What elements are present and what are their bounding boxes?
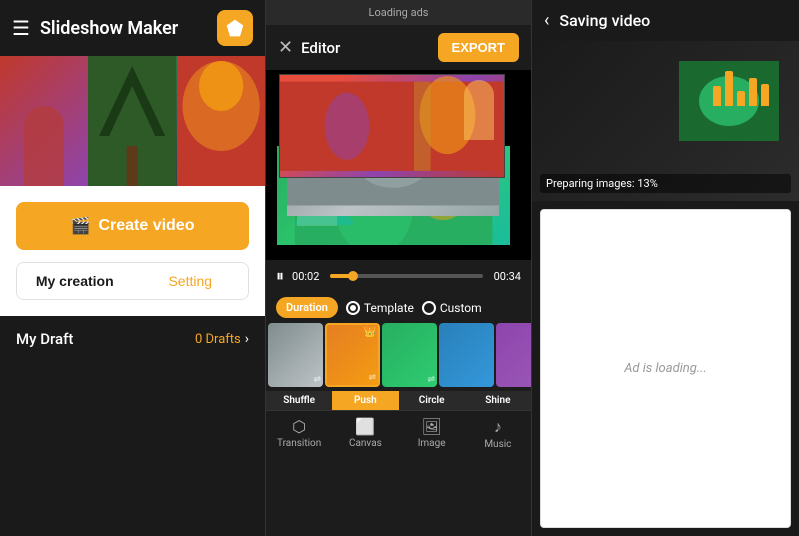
custom-option[interactable]: Custom [422, 301, 482, 315]
transition-tabs: Shuffle Push Circle Shine [266, 391, 531, 410]
ad-loading-text: Ad is loading... [624, 361, 707, 376]
bar-5 [761, 84, 769, 106]
video-frame-stack [266, 70, 531, 260]
right-panel: ‹ Saving video Preparing images: 13% Ad … [532, 0, 799, 536]
nav-music[interactable]: ♪ Music [465, 411, 531, 456]
nav-canvas[interactable]: ⬜ Canvas [332, 411, 398, 456]
time-current: 00:02 [292, 270, 322, 283]
nav-transition[interactable]: ⬡ Transition [266, 411, 332, 456]
canvas-label: Canvas [349, 438, 382, 449]
middle-panel: Loading ads ✕ Editor EXPORT [265, 0, 532, 536]
left-panel: ☰ Slideshow Maker [0, 0, 265, 536]
custom-label: Custom [440, 301, 482, 315]
preparing-text: Preparing images: 13% [540, 174, 791, 193]
editor-header: ✕ Editor EXPORT [266, 25, 531, 70]
app-logo [217, 10, 253, 46]
draft-count: 0 Drafts [195, 332, 241, 347]
back-icon[interactable]: ‹ [544, 10, 549, 31]
app-title: Slideshow Maker [40, 18, 217, 39]
duration-row: Duration Template Custom [266, 292, 531, 323]
thumbnail-5[interactable] [496, 323, 531, 387]
shuffle-icon-1: ⇌ [313, 375, 321, 385]
shuffle-icon-2: ⇌ [368, 373, 376, 383]
close-icon[interactable]: ✕ [278, 37, 293, 58]
bottom-nav: ⬡ Transition ⬜ Canvas 🖼 Image ♪ Music [266, 410, 531, 456]
template-radio[interactable] [346, 301, 360, 315]
hamburger-icon[interactable]: ☰ [12, 16, 30, 40]
thumbnail-1[interactable]: ⇌ [268, 323, 323, 387]
my-draft-row[interactable]: My Draft 0 Drafts › [0, 316, 265, 362]
progress-bar[interactable] [330, 274, 483, 278]
create-video-label: Create video [98, 217, 194, 235]
saving-bar-chart [713, 71, 769, 106]
collage-image-3 [177, 56, 265, 186]
transition-icon: ⬡ [292, 417, 306, 436]
saving-header: ‹ Saving video [532, 0, 799, 41]
thumbnail-strip[interactable]: ⇌ 👑 ⇌ ⇌ [266, 323, 531, 391]
logo-icon [225, 18, 245, 38]
playback-controls: ⏸ 00:02 00:34 [266, 260, 531, 292]
anime-frame-top [279, 74, 504, 179]
image-icon: 🖼 [421, 417, 441, 436]
time-total: 00:34 [491, 270, 521, 283]
thumbnail-2[interactable]: 👑 ⇌ [325, 323, 380, 387]
template-label: Template [364, 301, 414, 315]
collage-image-2 [88, 56, 176, 186]
action-card: 🎬 Create video My creation Setting [0, 186, 265, 316]
trans-tab-shine[interactable]: Shine [465, 391, 531, 410]
music-label: Music [484, 439, 511, 450]
chevron-right-icon: › [245, 331, 249, 347]
duration-badge[interactable]: Duration [276, 297, 338, 318]
tab-my-creation[interactable]: My creation [17, 263, 133, 299]
ad-container: Ad is loading... [540, 209, 791, 528]
thumbnail-3[interactable]: ⇌ [382, 323, 437, 387]
editor-title: Editor [301, 39, 437, 57]
film-icon: 🎬 [71, 216, 91, 236]
bar-4 [749, 78, 757, 106]
canvas-icon: ⬜ [355, 417, 375, 436]
photo-collage [0, 56, 265, 186]
trans-tab-shuffle[interactable]: Shuffle [266, 391, 332, 410]
thumbnail-4[interactable] [439, 323, 494, 387]
saving-title: Saving video [559, 11, 650, 30]
nav-image[interactable]: 🖼 Image [399, 411, 465, 456]
forest-svg [88, 56, 176, 186]
custom-radio[interactable] [422, 301, 436, 315]
export-button[interactable]: EXPORT [438, 33, 519, 62]
ads-bar: Loading ads [266, 0, 531, 25]
ads-label: Loading ads [369, 6, 429, 19]
pause-icon[interactable]: ⏸ [276, 266, 284, 286]
template-option[interactable]: Template [346, 301, 414, 315]
tab-setting[interactable]: Setting [133, 263, 249, 299]
music-icon: ♪ [494, 417, 502, 437]
bar-1 [713, 86, 721, 106]
shuffle-icon-3: ⇌ [427, 375, 435, 385]
bar-3 [737, 91, 745, 106]
left-header: ☰ Slideshow Maker [0, 0, 265, 56]
image-label: Image [418, 438, 446, 449]
saving-preview: Preparing images: 13% [532, 41, 799, 201]
create-video-button[interactable]: 🎬 Create video [16, 202, 249, 250]
transition-label: Transition [277, 438, 321, 449]
trans-tab-push[interactable]: Push [332, 391, 398, 410]
trans-tab-circle[interactable]: Circle [399, 391, 465, 410]
anime-top-svg [280, 75, 503, 178]
my-draft-label: My Draft [16, 330, 195, 348]
video-preview [266, 70, 531, 260]
crown-icon: 👑 [364, 327, 376, 338]
tab-row: My creation Setting [16, 262, 249, 300]
autumn-svg [177, 56, 265, 186]
progress-dot [348, 271, 358, 281]
bar-2 [725, 71, 733, 106]
collage-image-1 [0, 56, 88, 186]
